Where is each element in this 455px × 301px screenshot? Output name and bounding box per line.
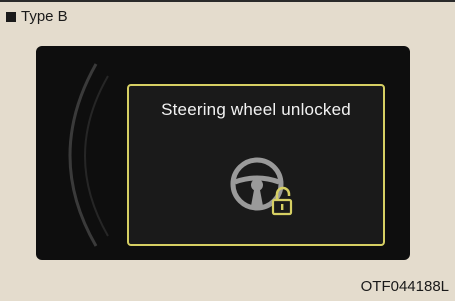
cluster-display: Steering wheel unlocked xyxy=(36,46,410,260)
warning-panel: Steering wheel unlocked xyxy=(127,84,385,246)
figure-caption: Type B xyxy=(6,8,68,25)
warning-message: Steering wheel unlocked xyxy=(161,100,351,119)
figure-code: OTF044188L xyxy=(360,278,449,295)
figure: Type B Steering wheel unlocked OTF044188… xyxy=(0,0,455,301)
unlocked-padlock-icon xyxy=(271,186,293,216)
square-bullet-icon xyxy=(6,11,16,22)
caption-label: Type B xyxy=(21,8,68,25)
gauge-arc-icon xyxy=(68,63,109,247)
